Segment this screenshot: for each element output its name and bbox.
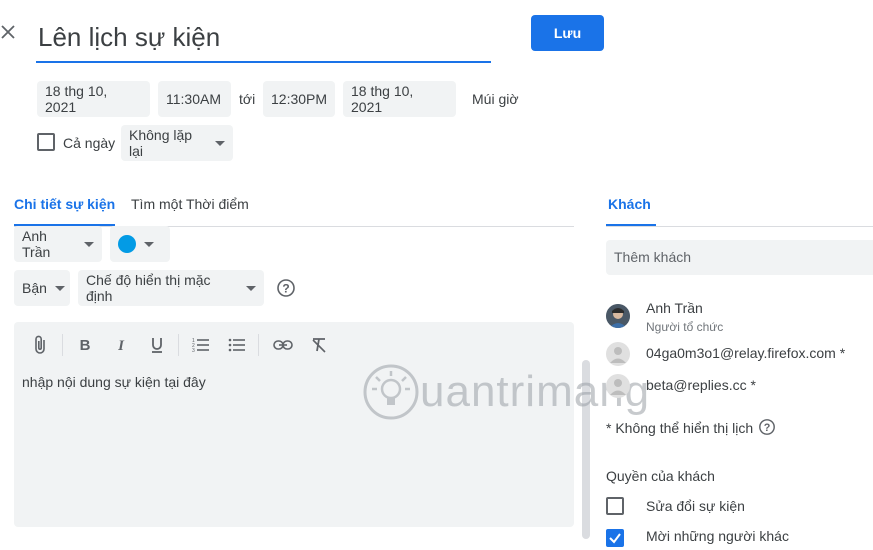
chevron-down-icon <box>54 285 65 291</box>
repeat-value: Không lặp lại <box>129 127 193 159</box>
event-title-input[interactable]: Lên lịch sự kiện <box>36 14 491 63</box>
event-color-dropdown[interactable] <box>110 226 170 262</box>
bulleted-list-icon[interactable] <box>226 334 248 356</box>
link-icon[interactable] <box>272 334 294 356</box>
guest-email: beta@replies.cc * <box>646 377 756 393</box>
busy-dropdown[interactable]: Bận <box>14 270 70 306</box>
attachment-icon[interactable] <box>30 334 52 356</box>
event-editor: Lên lịch sự kiện Lưu 18 thg 10, 2021 11:… <box>0 0 873 547</box>
check-icon <box>609 533 621 544</box>
underline-icon[interactable] <box>146 334 168 356</box>
tab-guests[interactable]: Khách <box>608 196 651 212</box>
svg-text:?: ? <box>282 282 289 296</box>
end-date-field[interactable]: 18 thg 10, 2021 <box>343 81 456 117</box>
calendar-owner-value: Anh Trần <box>22 228 51 260</box>
svg-text:I: I <box>117 338 125 353</box>
guests-divider <box>606 226 873 227</box>
modify-event-label: Sửa đổi sự kiện <box>646 498 745 514</box>
avatar <box>606 374 630 398</box>
tab-event-details[interactable]: Chi tiết sự kiện <box>14 196 115 212</box>
all-day-label: Cả ngày <box>63 135 116 151</box>
color-swatch <box>118 235 136 253</box>
tab-find-a-time[interactable]: Tìm một Thời điểm <box>131 196 249 212</box>
add-guest-input[interactable]: Thêm khách <box>606 240 873 275</box>
end-time-field[interactable]: 12:30PM <box>263 81 335 117</box>
help-icon[interactable]: ? <box>758 418 778 438</box>
svg-text:3: 3 <box>192 348 195 353</box>
toolbar-divider <box>62 334 63 356</box>
chevron-down-icon <box>144 241 154 247</box>
repeat-dropdown[interactable]: Không lặp lại <box>121 125 233 161</box>
chevron-down-icon <box>84 241 94 247</box>
calendar-owner-dropdown[interactable]: Anh Trần <box>14 226 102 262</box>
all-day-checkbox[interactable] <box>37 133 55 151</box>
save-button[interactable]: Lưu <box>531 15 604 51</box>
invite-others-checkbox[interactable] <box>606 529 624 547</box>
numbered-list-icon[interactable]: 123 <box>190 334 212 356</box>
help-icon[interactable]: ? <box>276 278 296 298</box>
permissions-title: Quyền của khách <box>606 468 715 484</box>
italic-icon[interactable]: I <box>110 334 132 356</box>
chevron-down-icon <box>215 140 225 146</box>
toolbar-divider <box>258 334 259 356</box>
start-date-field[interactable]: 18 thg 10, 2021 <box>37 81 150 117</box>
avatar <box>606 342 630 366</box>
chevron-down-icon <box>246 285 256 291</box>
invite-others-label: Mời những người khác <box>646 528 789 544</box>
bold-icon[interactable]: B <box>74 334 96 356</box>
to-label: tới <box>239 91 256 107</box>
busy-value: Bận <box>22 280 47 296</box>
lightbulb-icon <box>363 364 419 420</box>
description-editor[interactable]: B I 123 nhập nội dung sự kiện tại đây <box>14 322 574 527</box>
svg-text:?: ? <box>764 422 771 434</box>
toolbar-divider <box>178 334 179 356</box>
timezone-link[interactable]: Múi giờ <box>472 91 519 107</box>
guest-role: Người tổ chức <box>646 320 724 334</box>
visibility-dropdown[interactable]: Chế độ hiển thị mặc định <box>78 270 264 306</box>
modify-event-checkbox[interactable] <box>606 497 624 515</box>
description-text[interactable]: nhập nội dung sự kiện tại đây <box>22 374 206 390</box>
start-time-field[interactable]: 11:30AM <box>158 81 231 117</box>
close-icon <box>1 25 15 39</box>
svg-text:B: B <box>80 337 91 353</box>
visibility-value: Chế độ hiển thị mặc định <box>86 272 211 304</box>
clear-format-icon[interactable] <box>308 334 330 356</box>
guest-email: 04ga0m3o1@relay.firefox.com * <box>646 345 846 361</box>
close-button[interactable] <box>0 24 20 48</box>
guest-name: Anh Trần <box>646 300 703 316</box>
calendar-note: * Không thể hiển thị lịch <box>606 420 754 436</box>
avatar <box>606 304 630 328</box>
